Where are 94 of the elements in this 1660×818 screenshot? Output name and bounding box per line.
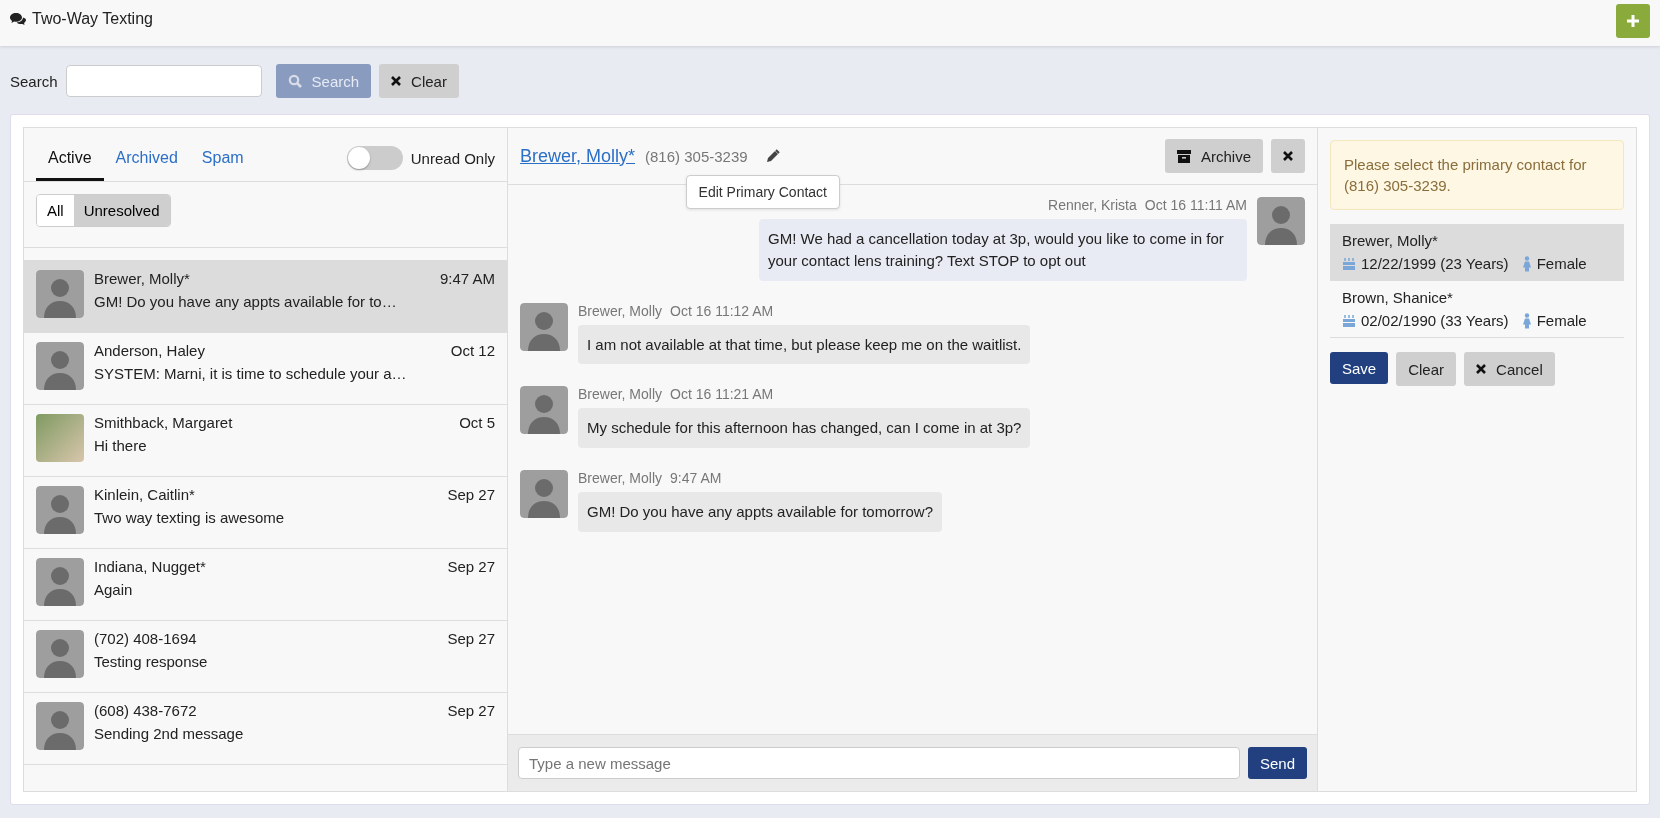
plus-icon [1627,15,1639,27]
contact-option[interactable]: Brewer, Molly* 12/22/1999 (23 Years) Female [1330,224,1624,281]
notice-message: Please select the primary contact for (816) 305-3239. [1330,140,1624,210]
send-button[interactable]: Send [1247,747,1307,779]
avatar-icon [36,342,84,390]
clear-button[interactable]: Clear [379,64,459,98]
message-time: Sep 27 [447,558,495,575]
cancel-button[interactable]: Cancel [1464,352,1555,386]
sender-name: Brewer, Molly [578,386,663,403]
sender-name: Renner, Krista [1048,197,1137,213]
gender: Female [1536,255,1587,272]
contact-name: Smithback, Margaret [94,414,233,431]
add-button[interactable] [1616,4,1650,38]
conversation-item[interactable]: (608) 438-7672 Sep 27 Sending 2nd message [24,693,507,765]
avatar-icon [520,302,568,351]
avatar-icon [36,486,84,534]
message-time: Oct 12 [450,342,495,359]
tab[interactable]: Spam [189,143,256,181]
contact-name: Kinlein, Caitlin* [94,486,195,503]
close-icon [391,76,402,86]
tooltip: Edit Primary Contact [685,175,840,209]
birthdate: 12/22/1999 (23 Years) [1361,255,1509,272]
phone-number: (816) 305-3239 [645,147,748,165]
message-time: Sep 27 [447,486,495,503]
conversation-item[interactable]: Brewer, Molly* 9:47 AM GM! Do you have any appts available for to… [24,261,507,333]
avatar-icon [520,386,568,435]
contact-name: Brewer, Molly* [1342,232,1439,249]
avatar-icon [36,702,84,750]
avatar-icon [1257,197,1305,245]
clear-button[interactable]: Clear [1396,352,1457,386]
close-button[interactable] [1271,139,1305,173]
filter-button[interactable]: All [37,195,74,226]
message-preview: Again [94,581,134,598]
contact-name: Brown, Shanice* [1342,289,1454,306]
message-preview: Hi there [94,437,148,454]
message-time: Oct 5 [459,414,495,431]
filter-button[interactable]: Unresolved [73,195,170,226]
search-field[interactable] [65,65,262,97]
gender: Female [1536,312,1587,329]
contact-name: (608) 438-7672 [94,702,197,719]
contact-option[interactable]: Brown, Shanice* 02/02/1990 (33 Years) Female [1330,281,1624,338]
avatar-icon [36,270,84,318]
contact-name: Brewer, Molly* [94,270,190,287]
message-bubble: I am not available at that time, but please keep me on the waitlist. [578,324,1031,365]
message-preview: Two way texting is awesome [94,509,286,526]
contact-name: (702) 408-1694 [94,630,197,647]
close-icon [1283,151,1293,161]
close-icon [1476,364,1487,374]
female-icon [1521,312,1532,329]
contact-name: Indiana, Nugget* [94,558,206,575]
app-title: Two-Way Texting [32,10,153,28]
avatar-icon [36,630,84,678]
message-time: Sep 27 [447,630,495,647]
message-bubble: GM! Do you have any appts available for tomorrow? [578,492,942,532]
cake-icon [1342,256,1356,271]
sender-name: Brewer, Molly [578,470,663,486]
photo-placeholder [36,414,84,462]
chat-bubbles-icon [10,12,26,26]
message-preview: Testing response [94,653,209,670]
message-time: Sep 27 [447,702,495,719]
message-bubble: GM! We had a cancellation today at 3p, would you like to come in for your contact lens training? Text STOP to opt out [759,219,1247,281]
cake-icon [1342,313,1356,328]
message-time: Oct 16 11:11 AM [1144,197,1247,213]
message-input[interactable]: Type a new message [518,747,1240,779]
conversation-item[interactable]: Smithback, Margaret Oct 5 Hi there [24,405,507,477]
conversation-item[interactable]: Indiana, Nugget* Sep 27 Again [24,549,507,621]
pencil-icon[interactable] [765,149,780,163]
message-time: 9:47 AM [670,470,722,486]
conversation-item[interactable]: Anderson, Haley Oct 12 SYSTEM: Marni, it is time to schedule your a… [24,333,507,405]
female-icon [1521,255,1532,272]
toggle-label: Unread Only [410,149,495,167]
save-button[interactable]: Save [1330,352,1389,384]
contact-name: Anderson, Haley [94,342,205,359]
birthdate: 02/02/1990 (33 Years) [1361,312,1509,329]
message-time: 9:47 AM [439,270,495,287]
message-time: Oct 16 11:12 AM [670,302,774,319]
avatar-icon [36,558,84,606]
search-icon [287,74,302,88]
tab[interactable]: Active [36,143,104,181]
contact-link[interactable]: Brewer, Molly* [520,145,636,167]
message-preview: Sending 2nd message [94,725,245,742]
message-bubble: My schedule for this afternoon has changed, can I come in at 3p? [578,408,1031,448]
conversation-item[interactable]: (702) 408-1694 Sep 27 Testing response [24,621,507,693]
conversation-item[interactable]: Kinlein, Caitlin* Sep 27 Two way texting is awesome [24,477,507,549]
archive-button[interactable]: Archive [1164,139,1263,173]
search-label: Search [10,72,58,90]
tab[interactable]: Archived [103,143,190,181]
toggle-switch[interactable] [346,146,403,170]
message-time: Oct 16 11:21 AM [670,386,774,403]
message-preview: GM! Do you have any appts available for to… [94,293,398,310]
avatar-icon [520,470,568,518]
archive-box-icon [1176,149,1191,163]
sender-name: Brewer, Molly [578,302,663,319]
message-preview: SYSTEM: Marni, it is time to schedule your a… [94,365,408,382]
